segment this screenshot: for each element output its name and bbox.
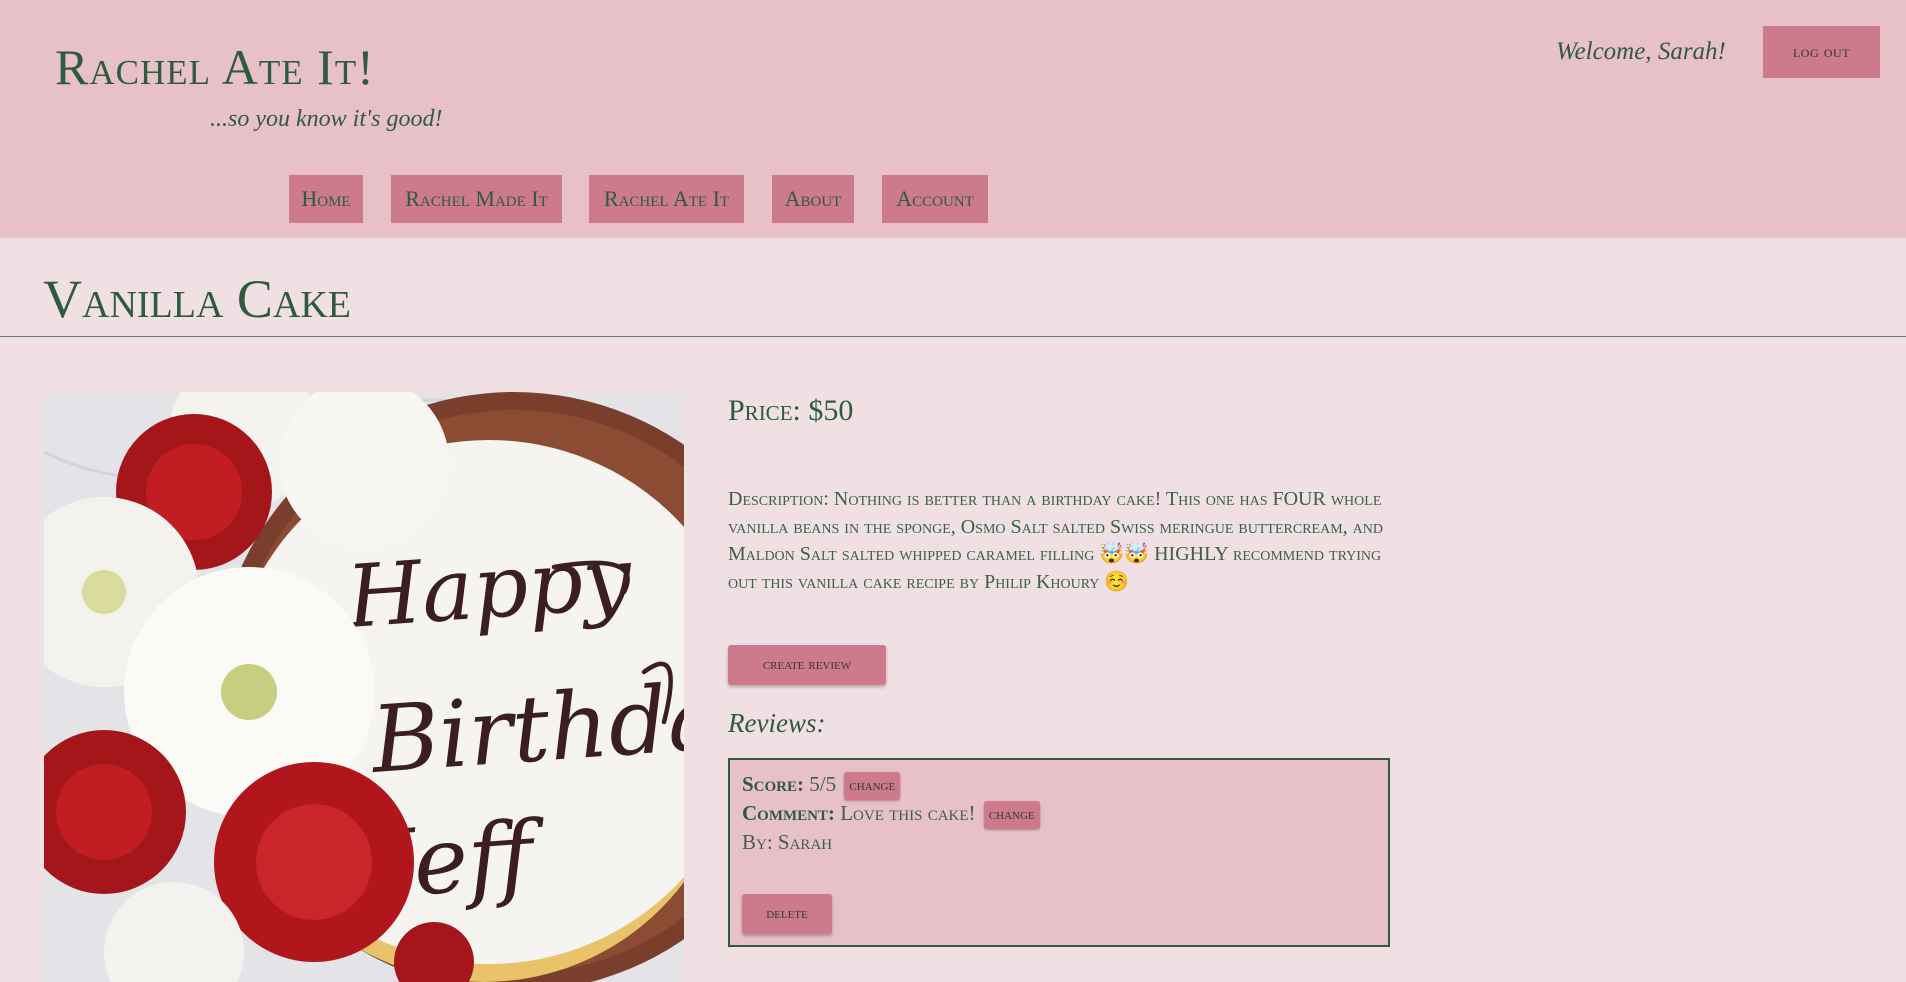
- product-image: Happy Birthday Jeff: [44, 392, 684, 982]
- review-author: By: Sarah: [742, 830, 833, 854]
- review-score-line: Score: 5/5 change: [742, 772, 901, 801]
- site-header: Rachel Ate It! ...so you know it's good!…: [0, 0, 1906, 238]
- nav-about[interactable]: About: [772, 175, 854, 223]
- cake-photo-illustration: Happy Birthday Jeff: [44, 392, 684, 982]
- review-comment-label: Comment:: [742, 801, 835, 825]
- product-price: Price: $50: [728, 394, 854, 427]
- change-score-button[interactable]: change: [844, 772, 901, 801]
- site-tagline: ...so you know it's good!: [210, 106, 443, 132]
- site-title[interactable]: Rachel Ate It!: [55, 38, 375, 96]
- change-comment-button[interactable]: change: [983, 801, 1040, 830]
- welcome-message: Welcome, Sarah!: [1556, 38, 1726, 65]
- nav-rachel-ate-it[interactable]: Rachel Ate It: [589, 175, 744, 223]
- delete-review-button[interactable]: delete: [742, 894, 832, 934]
- nav-rachel-made-it[interactable]: Rachel Made It: [391, 175, 562, 223]
- nav-account[interactable]: Account: [882, 175, 988, 223]
- cake-text-line-1: Happy: [341, 528, 636, 648]
- review-score-value: 5/5: [809, 772, 837, 796]
- logout-button[interactable]: log out: [1763, 26, 1880, 78]
- review-card: Score: 5/5 change Comment: Love this cak…: [728, 758, 1390, 947]
- review-comment-line: Comment: Love this cake! change: [742, 801, 1040, 830]
- product-description: Description: Nothing is better than a bi…: [728, 488, 1383, 593]
- review-comment-text: Love this cake!: [840, 801, 976, 825]
- product-title: Vanilla Cake: [43, 269, 352, 329]
- title-divider: [0, 336, 1906, 337]
- review-score-label: Score:: [742, 772, 805, 796]
- nav-home[interactable]: Home: [289, 175, 363, 223]
- reviews-heading: Reviews:: [728, 708, 826, 738]
- create-review-button[interactable]: create review: [728, 645, 886, 685]
